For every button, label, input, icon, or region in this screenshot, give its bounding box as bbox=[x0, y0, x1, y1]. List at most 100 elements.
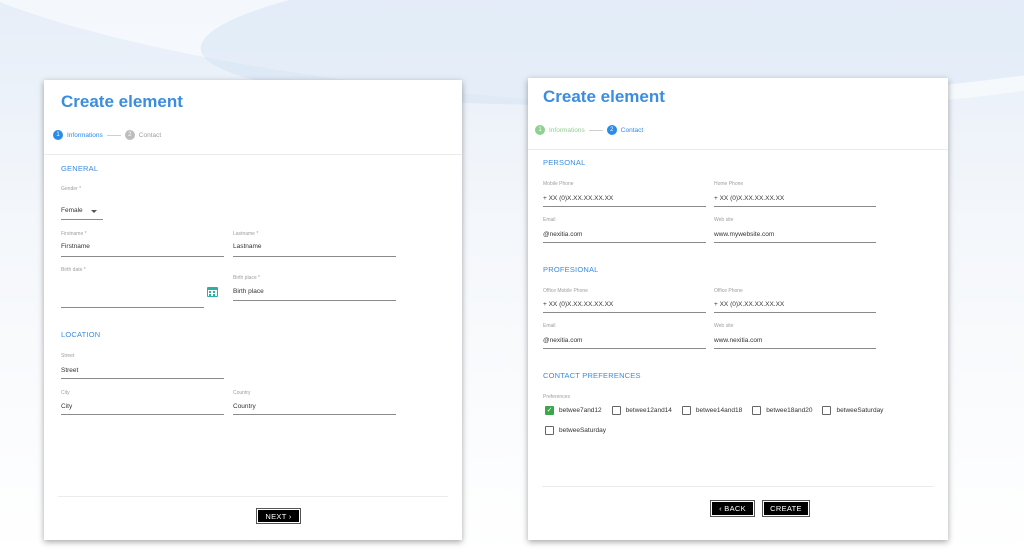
preference-option[interactable]: betwee18and20 bbox=[752, 406, 812, 415]
checkbox[interactable] bbox=[681, 406, 691, 415]
step-label: Informations bbox=[549, 126, 585, 134]
field-label: Email bbox=[543, 323, 556, 329]
office-website-field[interactable]: Web site www.nexitia.com bbox=[714, 323, 876, 349]
field-label: Lastname * bbox=[233, 231, 259, 237]
back-button[interactable]: ‹ BACK bbox=[710, 500, 755, 517]
section-title-contact-preferences: CONTACT PREFERENCES bbox=[543, 371, 641, 380]
lastname-field[interactable]: Lastname * Lastname bbox=[233, 231, 396, 257]
field-underline bbox=[233, 300, 396, 301]
field-underline bbox=[714, 312, 876, 313]
email-field[interactable]: Email @nexitia.com bbox=[543, 217, 706, 243]
field-value: Birth place bbox=[233, 288, 264, 295]
form-title: Create element bbox=[61, 92, 183, 111]
chevron-down-icon bbox=[91, 210, 97, 213]
field-label: Birth date * bbox=[61, 267, 86, 273]
checkbox-label: betwee12and14 bbox=[625, 407, 672, 414]
step-label: Contact bbox=[138, 131, 162, 139]
checkbox[interactable] bbox=[611, 406, 621, 415]
step-label: Informations bbox=[67, 131, 103, 139]
checkbox[interactable] bbox=[752, 406, 762, 415]
street-field[interactable]: Street Street bbox=[61, 353, 224, 379]
step-contact[interactable]: 2 Contact bbox=[124, 130, 162, 140]
field-underline bbox=[543, 312, 706, 313]
preference-option[interactable]: betwee14and18 bbox=[681, 406, 743, 415]
field-value: Female bbox=[61, 207, 83, 214]
field-label: Office Phone bbox=[714, 288, 743, 294]
field-underline bbox=[714, 348, 876, 349]
field-label: Office Mobile Phone bbox=[543, 288, 588, 294]
preference-option[interactable]: betweeSaturday bbox=[545, 426, 606, 435]
checkbox-label: betwee14and18 bbox=[695, 407, 743, 414]
step-connector bbox=[588, 129, 603, 131]
footer-divider bbox=[58, 496, 448, 497]
field-label: Gender * bbox=[61, 186, 82, 192]
field-value: www.mywebsite.com bbox=[714, 231, 775, 238]
checkbox-label: betweeSaturday bbox=[836, 407, 884, 414]
preferences-label: Preferences bbox=[543, 394, 570, 400]
field-underline bbox=[543, 206, 706, 207]
office-mobile-phone-field[interactable]: Office Mobile Phone + XX (0)X.XX.XX.XX.X… bbox=[543, 288, 706, 313]
step-informations[interactable]: 1 Informations bbox=[535, 125, 585, 135]
field-value: Lastname bbox=[233, 243, 262, 250]
section-title-general: GENERAL bbox=[61, 164, 99, 173]
create-element-form-informations: Create element 1 Informations 2 Contact … bbox=[44, 80, 462, 540]
stepper: 1 Informations 2 Contact bbox=[535, 125, 643, 135]
firstname-field[interactable]: Firstname * Firstname bbox=[61, 231, 224, 257]
gender-select[interactable]: Gender * Female bbox=[61, 186, 103, 220]
field-label: Street bbox=[61, 353, 75, 359]
step-contact[interactable]: 2 Contact bbox=[606, 125, 644, 135]
create-button[interactable]: CREATE bbox=[762, 500, 810, 517]
step-number: 1 bbox=[53, 130, 63, 140]
office-email-field[interactable]: Email @nexitia.com bbox=[543, 323, 706, 349]
field-label: Web site bbox=[714, 217, 734, 223]
calendar-icon[interactable] bbox=[207, 287, 218, 297]
field-underline bbox=[714, 206, 876, 207]
field-label: Home Phone bbox=[714, 181, 744, 187]
checkbox-label: betwee7and12 bbox=[559, 407, 602, 414]
field-value: Firstname bbox=[61, 243, 90, 250]
step-number: 1 bbox=[535, 125, 545, 135]
field-value: + XX (0)X.XX.XX.XX.XX bbox=[543, 301, 614, 308]
field-underline bbox=[61, 378, 224, 379]
field-underline bbox=[233, 414, 396, 415]
website-field[interactable]: Web site www.mywebsite.com bbox=[714, 217, 876, 243]
header-divider bbox=[528, 149, 948, 150]
field-value: City bbox=[61, 403, 73, 410]
field-value: + XX (0)X.XX.XX.XX.XX bbox=[543, 195, 614, 202]
mobile-phone-field[interactable]: Mobile Phone + XX (0)X.XX.XX.XX.XX bbox=[543, 181, 706, 207]
field-value: www.nexitia.com bbox=[714, 337, 763, 344]
section-title-professional: PROFESIONAL bbox=[543, 265, 599, 274]
city-field[interactable]: City City bbox=[61, 390, 224, 415]
checkbox[interactable] bbox=[822, 406, 832, 415]
field-underline bbox=[61, 219, 103, 220]
checkbox-checked[interactable]: ✓ bbox=[545, 406, 554, 415]
section-title-location: LOCATION bbox=[61, 330, 101, 339]
field-underline bbox=[543, 242, 706, 243]
birth-date-field[interactable]: Birth date * bbox=[61, 267, 204, 308]
form-title: Create element bbox=[543, 87, 665, 106]
field-label: City bbox=[61, 390, 70, 396]
field-label: Birth place * bbox=[233, 275, 260, 281]
preference-option[interactable]: betweeSaturday bbox=[822, 406, 883, 415]
preference-option[interactable]: betwee12and14 bbox=[611, 406, 672, 415]
country-field[interactable]: Country Country bbox=[233, 390, 396, 415]
step-connector bbox=[106, 134, 121, 136]
step-label: Contact bbox=[620, 126, 644, 134]
field-value: Country bbox=[233, 403, 256, 410]
create-element-form-contact: Create element 1 Informations 2 Contact … bbox=[528, 78, 948, 540]
field-underline bbox=[61, 256, 224, 257]
field-value: + XX (0)X.XX.XX.XX.XX bbox=[714, 195, 785, 202]
step-number: 2 bbox=[124, 130, 135, 140]
home-phone-field[interactable]: Home Phone + XX (0)X.XX.XX.XX.XX bbox=[714, 181, 876, 207]
next-button[interactable]: NEXT › bbox=[256, 508, 301, 524]
preferences-row: betweeSaturday bbox=[545, 426, 616, 435]
preference-option[interactable]: ✓ betwee7and12 bbox=[545, 406, 602, 415]
field-underline bbox=[233, 256, 396, 257]
office-phone-field[interactable]: Office Phone + XX (0)X.XX.XX.XX.XX bbox=[714, 288, 876, 313]
checkbox-label: betwee18and20 bbox=[766, 407, 813, 414]
step-informations[interactable]: 1 Informations bbox=[53, 130, 103, 140]
checkbox[interactable] bbox=[545, 426, 554, 435]
field-label: Firstname * bbox=[61, 231, 87, 237]
birth-place-field[interactable]: Birth place * Birth place bbox=[233, 275, 396, 301]
field-value: @nexitia.com bbox=[543, 337, 583, 344]
